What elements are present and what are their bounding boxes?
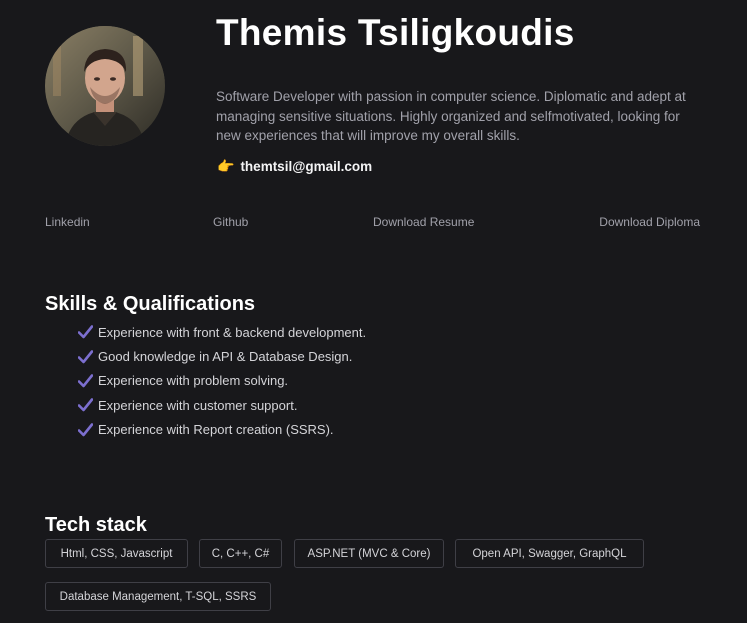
- check-icon: [78, 349, 93, 363]
- skill-item: Experience with customer support.: [78, 393, 366, 417]
- tech-stack-title: Tech stack: [45, 513, 147, 536]
- skill-text: Experience with customer support.: [98, 397, 298, 413]
- skill-text: Experience with problem solving.: [98, 373, 289, 389]
- skill-item: Experience with Report creation (SSRS).: [78, 418, 366, 442]
- skills-section-title: Skills & Qualifications: [45, 292, 256, 315]
- portfolio-page: Themis Tsiligkoudis Software Developer w…: [0, 0, 747, 623]
- skill-text: Good knowledge in API & Database Design.: [98, 349, 353, 365]
- github-link[interactable]: Github: [213, 215, 248, 229]
- profile-name: Themis Tsiligkoudis: [216, 12, 575, 53]
- check-icon: [78, 398, 93, 412]
- skill-text: Experience with Report creation (SSRS).: [98, 422, 334, 438]
- email-row: 👉 themtsil@gmail.com: [217, 158, 372, 175]
- tech-chip: Database Management, T-SQL, SSRS: [45, 582, 271, 611]
- email-link[interactable]: themtsil@gmail.com: [240, 159, 372, 174]
- check-icon: [78, 325, 93, 339]
- linkedin-link[interactable]: Linkedin: [45, 215, 90, 229]
- tech-chip: Html, CSS, Javascript: [45, 539, 188, 568]
- avatar: [45, 26, 165, 146]
- skill-item: Experience with problem solving.: [78, 369, 366, 393]
- download-resume-link[interactable]: Download Resume: [373, 215, 474, 229]
- skill-text: Experience with front & backend developm…: [98, 324, 367, 340]
- tech-chip: C, C++, C#: [199, 539, 282, 568]
- tech-chip: Open API, Swagger, GraphQL: [455, 539, 644, 568]
- tech-chip: ASP.NET (MVC & Core): [294, 539, 444, 568]
- pointing-hand-icon: 👉: [217, 158, 235, 174]
- download-diploma-link[interactable]: Download Diploma: [599, 215, 700, 229]
- skills-list: Experience with front & backend developm…: [78, 320, 366, 442]
- check-icon: [78, 374, 93, 388]
- skill-item: Good knowledge in API & Database Design.: [78, 344, 366, 368]
- skill-item: Experience with front & backend developm…: [78, 320, 366, 344]
- profile-bio: Software Developer with passion in compu…: [216, 89, 686, 143]
- profile-photo: [45, 26, 165, 146]
- check-icon: [78, 422, 93, 437]
